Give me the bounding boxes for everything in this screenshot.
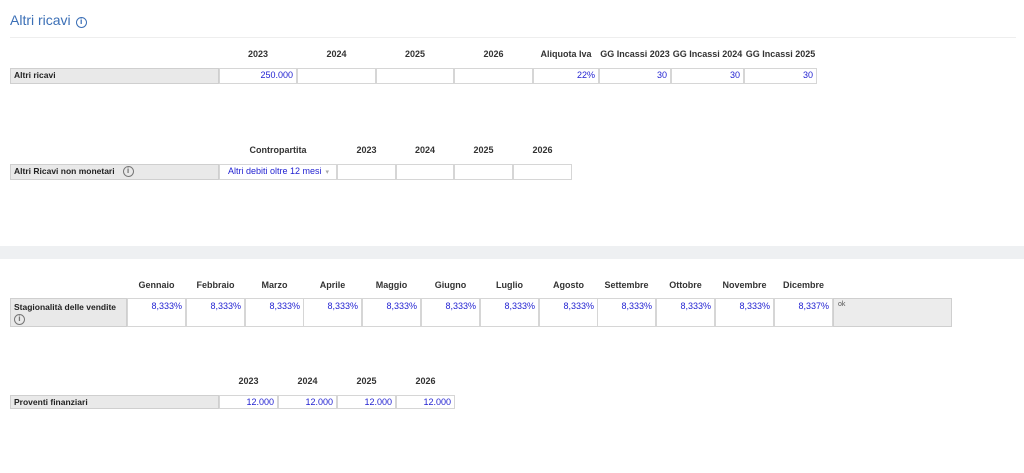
row-label: Stagionalità delle vendite i [10, 298, 127, 327]
value-cell[interactable]: 12.000 [278, 395, 337, 409]
month-header: Novembre [722, 280, 767, 290]
value-cell[interactable]: 30 [671, 68, 744, 84]
month-header: Luglio [496, 280, 523, 290]
value-cell[interactable] [454, 164, 513, 180]
month-header: Dicembre [782, 280, 825, 290]
column-header: 2024 [297, 376, 318, 386]
value-cell[interactable] [513, 164, 572, 180]
column-header: Contropartita [249, 145, 307, 155]
column-header: GG Incassi 2024 [672, 49, 743, 59]
column-header: GG Incassi 2023 [600, 49, 670, 59]
row-label-text: Altri Ricavi non monetari [14, 166, 115, 176]
month-value-cell[interactable]: 8,333% [245, 298, 304, 327]
month-value-cell[interactable]: 8,337% [774, 298, 833, 327]
column-header: 2026 [483, 49, 504, 59]
month-value-cell[interactable]: 8,333% [186, 298, 245, 327]
month-value-cell[interactable]: 8,333% [362, 298, 421, 327]
month-value-cell[interactable]: 8,333% [715, 298, 774, 327]
column-header: GG Incassi 2025 [745, 49, 816, 59]
column-header: 2023 [238, 376, 259, 386]
value-cell[interactable]: 12.000 [337, 395, 396, 409]
value-cell[interactable] [376, 68, 454, 84]
month-value-cell[interactable]: 8,333% [303, 298, 362, 327]
month-header: Giugno [434, 280, 467, 290]
status-cell: ok [833, 298, 952, 327]
chevron-down-icon[interactable]: ▾ [326, 169, 330, 176]
value-cell[interactable]: 30 [599, 68, 671, 84]
column-header: 2026 [532, 145, 553, 155]
month-header: Maggio [375, 280, 408, 290]
value-cell[interactable] [297, 68, 376, 84]
divider [10, 37, 1016, 38]
section-separator [0, 246, 1024, 259]
column-header: 2025 [356, 376, 377, 386]
column-header: 2023 [247, 49, 269, 59]
info-icon[interactable]: i [75, 17, 87, 28]
column-header: 2025 [473, 145, 494, 155]
info-icon[interactable]: i [14, 314, 25, 325]
column-header: Aliquota Iva [540, 49, 592, 59]
month-header: Ottobre [669, 280, 702, 290]
column-header: 2026 [415, 376, 436, 386]
row-label: Proventi finanziari [10, 395, 219, 409]
value-cell[interactable]: 22% [533, 68, 599, 84]
month-value-cell[interactable]: 8,333% [656, 298, 715, 327]
month-header: Aprile [319, 280, 346, 290]
month-header: Agosto [553, 280, 584, 290]
column-header: 2024 [414, 145, 436, 155]
info-icon[interactable]: i [122, 166, 134, 177]
contropartita-select[interactable]: Altri debiti oltre 12 mesi ▾ [219, 164, 337, 180]
contropartita-value: Altri debiti oltre 12 mesi [228, 166, 322, 176]
row-label-text: Stagionalità delle vendite [14, 302, 117, 312]
month-header: Febbraio [196, 280, 235, 290]
value-cell[interactable] [396, 164, 454, 180]
value-cell[interactable] [337, 164, 396, 180]
value-cell[interactable]: 12.000 [219, 395, 278, 409]
column-header: 2024 [326, 49, 347, 59]
value-cell[interactable]: 250.000 [219, 68, 297, 84]
column-header: 2025 [404, 49, 426, 59]
month-header: Marzo [261, 280, 288, 290]
column-header: 2023 [356, 145, 377, 155]
row-label: Altri Ricavi non monetari i [10, 164, 219, 180]
row-label: Altri ricavi [10, 68, 219, 84]
page-title-text: Altri ricavi [10, 12, 71, 28]
page-title: Altri ricavi i [10, 12, 87, 28]
month-value-cell[interactable]: 8,333% [597, 298, 656, 327]
month-header: Gennaio [138, 280, 175, 290]
value-cell[interactable] [454, 68, 533, 84]
value-cell[interactable]: 12.000 [396, 395, 455, 409]
month-value-cell[interactable]: 8,333% [539, 298, 598, 327]
month-value-cell[interactable]: 8,333% [480, 298, 539, 327]
month-value-cell[interactable]: 8,333% [421, 298, 480, 327]
value-cell[interactable]: 30 [744, 68, 817, 84]
month-header: Settembre [604, 280, 649, 290]
month-value-cell[interactable]: 8,333% [127, 298, 186, 327]
